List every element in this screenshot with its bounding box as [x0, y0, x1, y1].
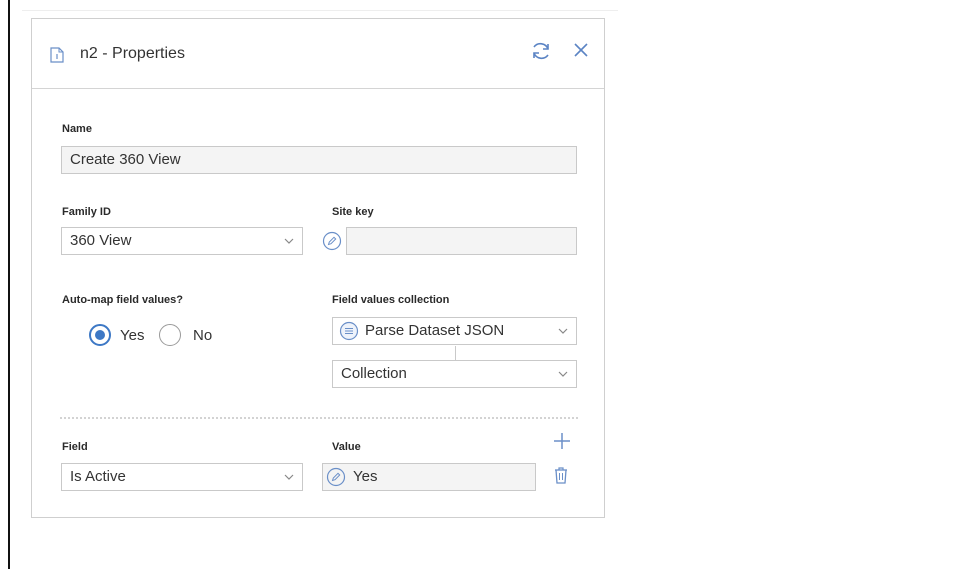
- chevron-down-icon: [558, 371, 568, 377]
- auto-map-no-radio[interactable]: [159, 324, 181, 346]
- site-key-field[interactable]: [346, 227, 577, 255]
- name-label: Name: [62, 123, 92, 135]
- collection-value: Collection: [341, 365, 407, 382]
- value-text: Yes: [353, 468, 378, 485]
- family-id-select[interactable]: 360 View: [61, 227, 303, 255]
- document-icon: [50, 47, 64, 63]
- family-id-label: Family ID: [62, 206, 111, 218]
- site-key-label: Site key: [332, 206, 374, 218]
- top-border-line: [22, 10, 618, 11]
- field-select[interactable]: Is Active: [61, 463, 303, 491]
- value-field[interactable]: Yes: [322, 463, 536, 491]
- family-id-value: 360 View: [70, 232, 132, 249]
- add-icon[interactable]: [553, 432, 571, 450]
- left-border-line: [8, 0, 10, 569]
- connector-line: [455, 346, 456, 360]
- field-value: Is Active: [70, 468, 126, 485]
- auto-map-yes-label: Yes: [120, 327, 145, 344]
- expression-pencil-icon[interactable]: [322, 231, 342, 251]
- properties-panel: n2 - Properties Name Create 360 View Fam…: [31, 18, 605, 518]
- close-icon[interactable]: [572, 41, 590, 59]
- value-label: Value: [332, 441, 361, 453]
- chevron-down-icon: [284, 474, 294, 480]
- panel-title: n2 - Properties: [80, 45, 185, 62]
- refresh-icon[interactable]: [529, 39, 553, 63]
- expression-pencil-icon[interactable]: [326, 467, 346, 487]
- auto-map-no-label: No: [193, 327, 213, 344]
- name-value: Create 360 View: [70, 151, 181, 168]
- trash-icon[interactable]: [553, 465, 569, 485]
- panel-header: n2 - Properties: [32, 19, 604, 89]
- name-field[interactable]: Create 360 View: [61, 146, 577, 174]
- collection-source-value: Parse Dataset JSON: [365, 322, 505, 339]
- list-icon: [339, 321, 359, 341]
- auto-map-label: Auto-map field values?: [62, 294, 184, 306]
- auto-map-yes-radio[interactable]: [89, 324, 111, 346]
- field-values-collection-label: Field values collection: [332, 294, 450, 306]
- collection-source-select[interactable]: Parse Dataset JSON: [332, 317, 577, 345]
- chevron-down-icon: [284, 238, 294, 244]
- field-label: Field: [62, 441, 88, 453]
- chevron-down-icon: [558, 328, 568, 334]
- collection-select[interactable]: Collection: [332, 360, 577, 388]
- section-divider: [60, 417, 578, 419]
